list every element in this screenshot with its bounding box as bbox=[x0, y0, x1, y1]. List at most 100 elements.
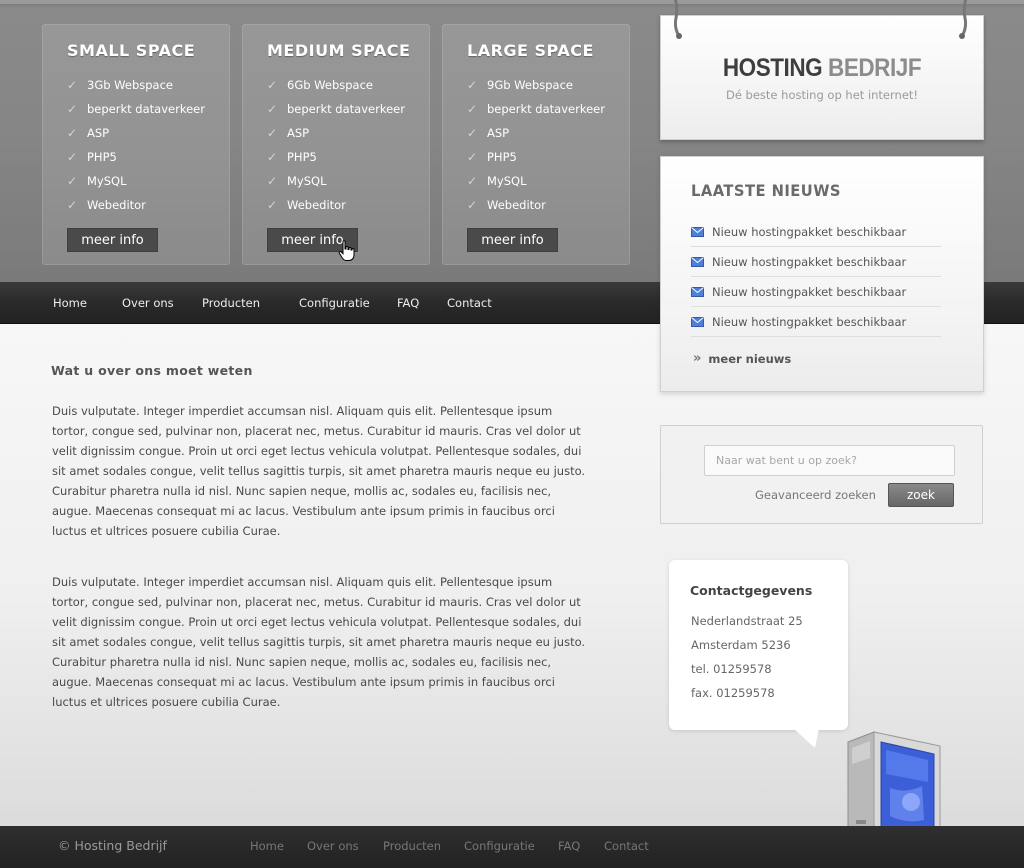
feature-item: ✓ ASP bbox=[267, 121, 405, 145]
news-title: LAATSTE NIEUWS bbox=[691, 181, 841, 200]
double-chevron-icon: » bbox=[693, 351, 702, 366]
feature-item: ✓ MySQL bbox=[267, 169, 405, 193]
nav-item-over-ons[interactable]: Over ons bbox=[122, 282, 174, 324]
check-icon: ✓ bbox=[267, 102, 278, 116]
feature-item: ✓ 9Gb Webspace bbox=[467, 73, 605, 97]
news-item-label: Nieuw hostingpakket beschikbaar bbox=[712, 254, 907, 269]
feature-label: beperkt dataverkeer bbox=[87, 102, 205, 116]
check-icon: ✓ bbox=[467, 198, 478, 212]
feature-item: ✓ PHP5 bbox=[67, 145, 205, 169]
check-icon: ✓ bbox=[267, 150, 278, 164]
feature-list: ✓ 6Gb Webspace ✓ beperkt dataverkeer ✓ ASP … bbox=[267, 73, 405, 217]
news-item[interactable]: Nieuw hostingpakket beschikbaar bbox=[691, 217, 941, 247]
package-title: SMALL SPACE bbox=[67, 41, 196, 60]
check-icon: ✓ bbox=[67, 126, 78, 140]
footer-link-over-ons[interactable]: Over ons bbox=[307, 826, 359, 866]
news-item[interactable]: Nieuw hostingpakket beschikbaar bbox=[691, 307, 941, 337]
logo-word-dark: HOSTING bbox=[722, 54, 823, 82]
hand-cursor-icon bbox=[338, 240, 355, 261]
nav-item-contact[interactable]: Contact bbox=[447, 282, 492, 324]
check-icon: ✓ bbox=[467, 174, 478, 188]
feature-item: ✓ ASP bbox=[467, 121, 605, 145]
feature-item: ✓ Webeditor bbox=[267, 193, 405, 217]
feature-label: PHP5 bbox=[487, 150, 517, 164]
contact-city: Amsterdam 5236 bbox=[691, 638, 791, 652]
envelope-icon bbox=[691, 316, 704, 327]
contact-phone: tel. 01259578 bbox=[691, 662, 772, 676]
feature-label: ASP bbox=[487, 126, 510, 140]
feature-item: ✓ MySQL bbox=[67, 169, 205, 193]
nav-item-faq[interactable]: FAQ bbox=[397, 282, 419, 324]
meer-info-button-large[interactable]: meer info bbox=[467, 228, 558, 252]
footer-link-producten[interactable]: Producten bbox=[383, 826, 441, 866]
logo-word-light: BEDRIJF bbox=[828, 54, 922, 82]
site-logo[interactable]: HOSTING BEDRIJF bbox=[677, 54, 967, 83]
feature-item: ✓ beperkt dataverkeer bbox=[267, 97, 405, 121]
logo-tagline: Dé beste hosting op het internet! bbox=[725, 88, 919, 102]
feature-item: ✓ Webeditor bbox=[67, 193, 205, 217]
package-large: LARGE SPACE ✓ 9Gb Webspace ✓ beperkt datav… bbox=[442, 24, 630, 265]
news-panel: LAATSTE NIEUWS Nieuw hostingpakket besch… bbox=[660, 156, 984, 392]
search-input[interactable] bbox=[704, 445, 955, 476]
envelope-icon bbox=[691, 286, 704, 297]
meer-info-button-small[interactable]: meer info bbox=[67, 228, 158, 252]
meer-nieuws-link[interactable]: » meer nieuws bbox=[693, 351, 791, 366]
check-icon: ✓ bbox=[67, 102, 78, 116]
feature-item: ✓ MySQL bbox=[467, 169, 605, 193]
feature-list: ✓ 9Gb Webspace ✓ beperkt dataverkeer ✓ ASP … bbox=[467, 73, 605, 217]
package-small: SMALL SPACE ✓ 3Gb Webspace ✓ beperkt datav… bbox=[42, 24, 230, 265]
contact-title: Contactgegevens bbox=[690, 583, 813, 598]
package-title: MEDIUM SPACE bbox=[267, 41, 411, 60]
feature-label: 6Gb Webspace bbox=[287, 78, 373, 92]
package-medium: MEDIUM SPACE ✓ 6Gb Webspace ✓ beperkt data… bbox=[242, 24, 430, 265]
feature-label: ASP bbox=[287, 126, 310, 140]
feature-item: ✓ PHP5 bbox=[267, 145, 405, 169]
footer-link-configuratie[interactable]: Configuratie bbox=[464, 826, 535, 866]
feature-item: ✓ PHP5 bbox=[467, 145, 605, 169]
feature-label: ASP bbox=[87, 126, 110, 140]
copyright: © Hosting Bedrijf bbox=[58, 838, 167, 853]
feature-label: PHP5 bbox=[287, 150, 317, 164]
check-icon: ✓ bbox=[67, 150, 78, 164]
footer-link-home[interactable]: Home bbox=[250, 826, 284, 866]
nav-item-producten[interactable]: Producten bbox=[202, 282, 260, 324]
rope-right-icon bbox=[959, 0, 968, 39]
check-icon: ✓ bbox=[467, 102, 478, 116]
package-title: LARGE SPACE bbox=[467, 41, 594, 60]
contact-address: Nederlandstraat 25 bbox=[691, 614, 803, 628]
check-icon: ✓ bbox=[267, 198, 278, 212]
nav-item-home[interactable]: Home bbox=[53, 282, 87, 324]
advanced-search-link[interactable]: Geavanceerd zoeken bbox=[755, 488, 876, 502]
search-button[interactable]: zoek bbox=[888, 483, 954, 507]
feature-item: ✓ beperkt dataverkeer bbox=[467, 97, 605, 121]
check-icon: ✓ bbox=[467, 78, 478, 92]
feature-label: 3Gb Webspace bbox=[87, 78, 173, 92]
check-icon: ✓ bbox=[267, 126, 278, 140]
feature-label: 9Gb Webspace bbox=[487, 78, 573, 92]
news-item-label: Nieuw hostingpakket beschikbaar bbox=[712, 314, 907, 329]
nav-item-configuratie[interactable]: Configuratie bbox=[299, 282, 370, 324]
check-icon: ✓ bbox=[267, 78, 278, 92]
check-icon: ✓ bbox=[467, 126, 478, 140]
envelope-icon bbox=[691, 226, 704, 237]
footer-link-faq[interactable]: FAQ bbox=[558, 826, 580, 866]
feature-label: Webeditor bbox=[287, 198, 346, 212]
rope-left-icon bbox=[673, 0, 682, 39]
feature-item: ✓ ASP bbox=[67, 121, 205, 145]
news-item[interactable]: Nieuw hostingpakket beschikbaar bbox=[691, 247, 941, 277]
content-title: Wat u over ons moet weten bbox=[51, 363, 253, 378]
contact-card: Contactgegevens Nederlandstraat 25 Amste… bbox=[669, 560, 848, 730]
news-item[interactable]: Nieuw hostingpakket beschikbaar bbox=[691, 277, 941, 307]
footer-link-contact[interactable]: Contact bbox=[604, 826, 649, 866]
footer: © Hosting Bedrijf Home Over ons Producte… bbox=[0, 826, 1024, 868]
speech-bubble-tail bbox=[793, 728, 819, 748]
feature-label: MySQL bbox=[87, 174, 127, 188]
feature-item: ✓ 3Gb Webspace bbox=[67, 73, 205, 97]
check-icon: ✓ bbox=[67, 198, 78, 212]
check-icon: ✓ bbox=[67, 78, 78, 92]
content-paragraph: Duis vulputate. Integer imperdiet accums… bbox=[52, 575, 586, 709]
feature-label: Webeditor bbox=[87, 198, 146, 212]
feature-label: beperkt dataverkeer bbox=[487, 102, 605, 116]
news-item-label: Nieuw hostingpakket beschikbaar bbox=[712, 284, 907, 299]
envelope-icon bbox=[691, 256, 704, 267]
